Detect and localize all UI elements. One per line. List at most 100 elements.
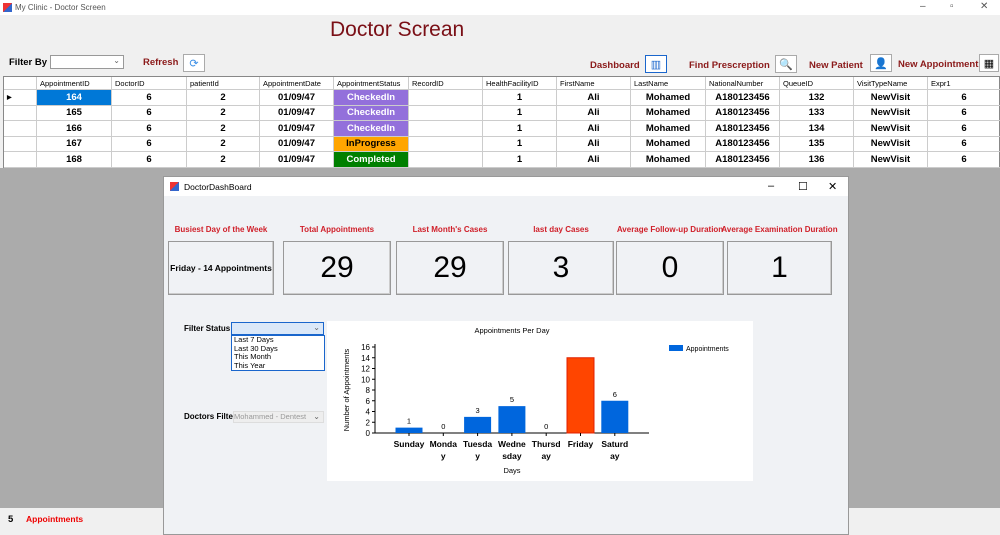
new-appointment-button[interactable]: ▦ [979,54,999,72]
status-badge[interactable]: CheckedIn [334,121,409,136]
table-row[interactable]: ▶ 164 6 2 01/09/47 CheckedIn 1 Ali Mohamed A18012… [4,90,1000,106]
table-cell[interactable]: 6 [928,90,1000,105]
new-patient-label[interactable]: New Patient [809,60,863,71]
table-cell[interactable]: 01/09/47 [260,105,334,120]
column-header[interactable]: FirstName [557,77,631,90]
table-cell[interactable]: 6 [928,137,1000,152]
table-cell[interactable]: Ali [557,121,631,136]
table-cell[interactable]: 1 [483,152,557,167]
table-cell[interactable]: 6 [928,121,1000,136]
table-cell[interactable]: 2 [187,105,260,120]
table-cell[interactable]: 166 [37,121,112,136]
table-cell[interactable]: 2 [187,121,260,136]
table-cell[interactable]: 168 [37,152,112,167]
table-cell[interactable]: 2 [187,90,260,105]
new-appointment-label[interactable]: New Appointment [898,59,978,70]
column-header[interactable]: DoctorID [112,77,187,90]
status-badge[interactable]: InProgress [334,136,409,151]
table-row[interactable]: 166 6 2 01/09/47 CheckedIn 1 Ali Mohamed A180123… [4,121,1000,137]
table-cell[interactable]: 6 [112,152,187,167]
table-cell[interactable]: 2 [187,136,260,151]
table-cell[interactable]: 01/09/47 [260,136,334,151]
column-header[interactable]: NationalNumber [706,77,780,90]
table-cell[interactable]: 6 [112,121,187,136]
table-cell[interactable]: NewVisit [854,121,928,136]
table-cell[interactable]: A180123456 [706,152,780,167]
table-cell[interactable]: 6 [112,90,187,105]
refresh-label[interactable]: Refresh [143,57,178,68]
status-badge[interactable]: CheckedIn [334,90,409,105]
row-selector[interactable] [4,121,37,136]
find-prescription-label[interactable]: Find Prescreption [689,60,770,71]
table-cell[interactable]: Mohamed [631,121,706,136]
table-cell[interactable]: 165 [37,105,112,120]
row-selector[interactable] [4,136,37,151]
table-cell[interactable]: Mohamed [631,105,706,120]
table-cell[interactable] [409,121,483,136]
table-row[interactable]: 165 6 2 01/09/47 CheckedIn 1 Ali Mohamed A180123… [4,105,1000,121]
dropdown-option[interactable]: This Year [234,361,324,371]
column-header[interactable]: Expr1 [928,77,1000,90]
table-cell[interactable]: A180123456 [706,90,780,105]
table-cell[interactable]: 1 [483,105,557,120]
table-cell[interactable]: Mohamed [631,90,706,105]
table-cell[interactable]: 167 [37,136,112,151]
refresh-button[interactable]: ⟳ [183,54,205,72]
column-header[interactable]: patientId [187,77,260,90]
table-cell[interactable]: Mohamed [631,152,706,167]
table-cell[interactable]: 164 [37,90,112,105]
maximize-button[interactable]: ▫ [950,1,954,12]
appointments-grid[interactable]: AppointmentID DoctorID patientId Appointmen… [3,76,1000,168]
table-cell[interactable]: Ali [557,136,631,151]
table-row[interactable]: 167 6 2 01/09/47 InProgress 1 Ali Mohamed A18012… [4,136,1000,152]
new-patient-button[interactable]: 👤 [870,54,892,72]
table-cell[interactable]: Mohamed [631,136,706,151]
table-cell[interactable]: NewVisit [854,105,928,120]
dashboard-button[interactable]: ▥ [645,55,667,73]
row-selector[interactable]: ▶ [4,90,37,105]
dashboard-label[interactable]: Dashboard [590,60,640,71]
dashboard-close-button[interactable]: ✕ [828,180,837,193]
table-cell[interactable]: 6 [112,105,187,120]
table-cell[interactable]: 01/09/47 [260,121,334,136]
column-header[interactable]: RecordID [409,77,483,90]
table-row[interactable]: 168 6 2 01/09/47 Completed 1 Ali Mohamed A180123… [4,152,1000,168]
table-cell[interactable] [409,152,483,167]
table-cell[interactable]: 6 [928,152,1000,167]
table-cell[interactable] [409,136,483,151]
table-cell[interactable]: 136 [780,152,854,167]
find-prescription-button[interactable]: 🔍 [775,55,797,73]
column-header[interactable]: HealthFacilityID [483,77,557,90]
table-cell[interactable]: Ali [557,105,631,120]
table-cell[interactable]: 1 [483,121,557,136]
filter-by-combo[interactable]: ⌄ [50,55,124,69]
table-cell[interactable]: 1 [483,90,557,105]
table-cell[interactable]: NewVisit [854,152,928,167]
status-badge[interactable]: Completed [334,152,409,167]
table-cell[interactable]: 135 [780,136,854,151]
table-cell[interactable]: NewVisit [854,136,928,151]
dashboard-maximize-button[interactable]: ☐ [798,180,808,193]
table-cell[interactable]: A180123456 [706,105,780,120]
column-header[interactable]: QueueID [780,77,854,90]
filter-status-combo[interactable]: ⌄ [231,322,324,335]
table-cell[interactable]: 134 [780,121,854,136]
doctors-filter-combo[interactable]: Mohammed - Dentest ⌄ [233,411,324,423]
column-header[interactable]: AppointmentID [37,77,112,90]
table-cell[interactable]: 132 [780,90,854,105]
table-cell[interactable]: Ali [557,152,631,167]
row-selector[interactable] [4,152,37,167]
table-cell[interactable]: 133 [780,105,854,120]
minimize-button[interactable]: – [920,1,926,12]
table-cell[interactable]: Ali [557,90,631,105]
table-cell[interactable] [409,105,483,120]
status-badge[interactable]: CheckedIn [334,105,409,120]
dashboard-minimize-button[interactable]: – [768,180,774,192]
table-cell[interactable]: A180123456 [706,121,780,136]
table-cell[interactable]: 01/09/47 [260,90,334,105]
table-cell[interactable] [409,90,483,105]
row-selector[interactable] [4,105,37,120]
close-button[interactable]: ✕ [980,1,988,12]
table-cell[interactable]: 6 [112,136,187,151]
table-cell[interactable]: A180123456 [706,136,780,151]
